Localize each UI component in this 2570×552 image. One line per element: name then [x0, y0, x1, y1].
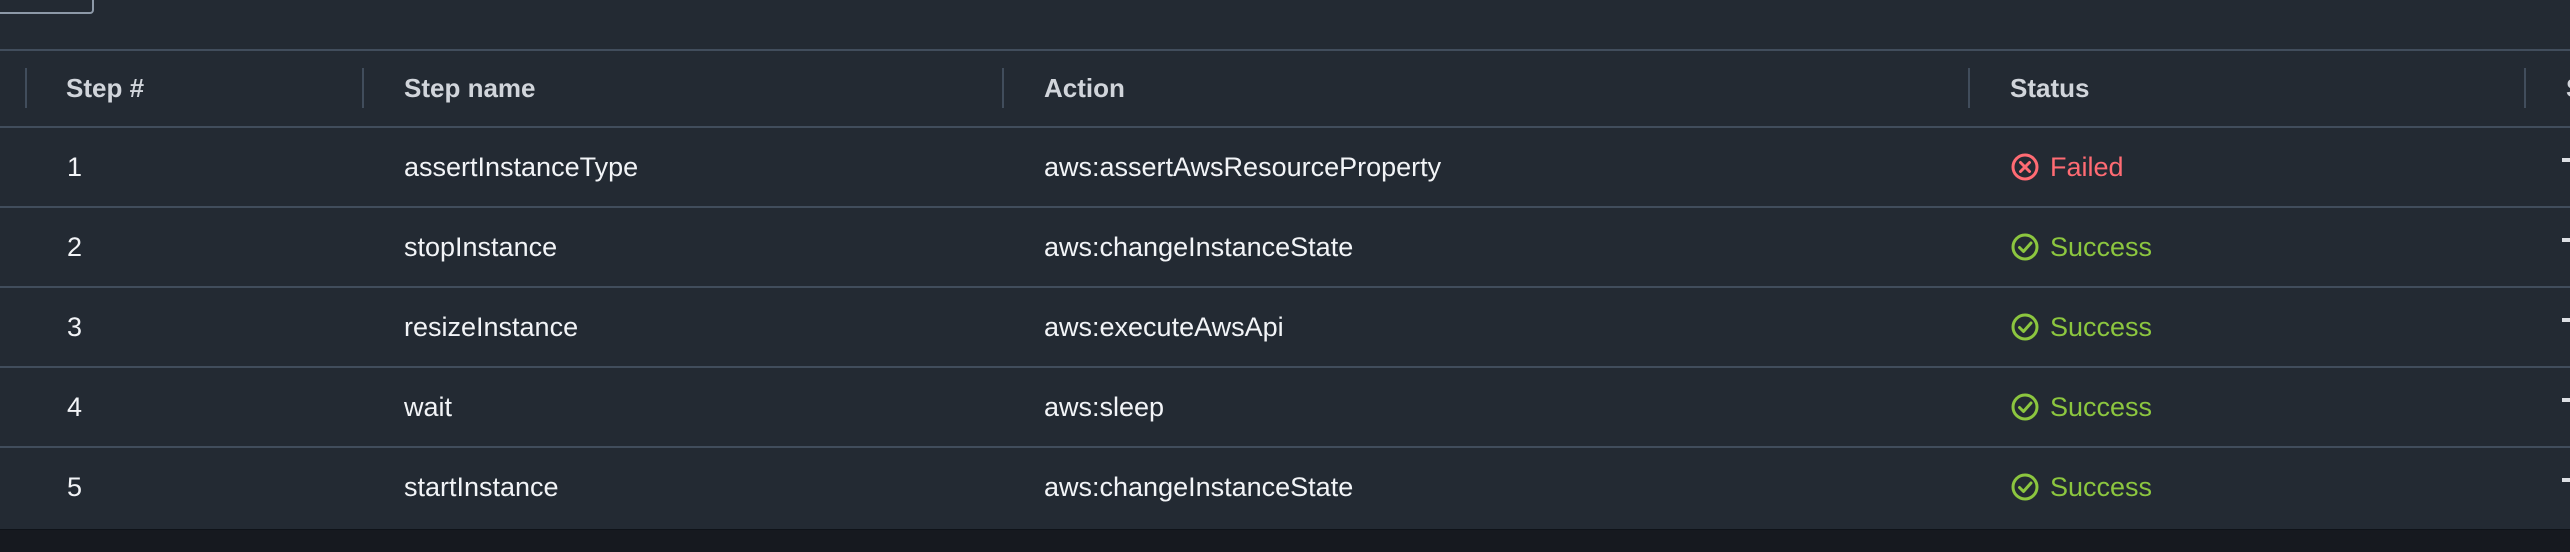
status-label: Success: [2050, 392, 2153, 422]
step-name-header[interactable]: Step name: [404, 51, 536, 126]
column-divider[interactable]: [1002, 68, 1004, 108]
action-cell: aws:executeAwsApi: [1044, 312, 1284, 342]
action-cell: aws:assertAwsResourceProperty: [1044, 152, 1442, 182]
table-header-row: Step # Step name Action Status S: [0, 51, 2570, 128]
status-label: Success: [2050, 472, 2153, 502]
step-name-cell: startInstance: [404, 472, 559, 502]
top-toolbar-area: [0, 0, 2570, 51]
cut-off-cell-mark: [2562, 398, 2570, 402]
cut-off-cell-mark: [2562, 158, 2570, 162]
success-icon: [2011, 233, 2039, 261]
steps-table: Step # Step name Action Status S 1 asser…: [0, 51, 2570, 530]
column-divider[interactable]: [2524, 68, 2526, 108]
column-divider[interactable]: [1968, 68, 1970, 108]
action-cell: aws:sleep: [1044, 392, 1165, 422]
table-row[interactable]: 4 wait aws:sleep Success: [0, 368, 2570, 448]
table-row[interactable]: 2 stopInstance aws:changeInstanceState S…: [0, 208, 2570, 288]
success-icon: [2011, 313, 2039, 341]
action-header[interactable]: Action: [1044, 51, 1125, 126]
action-cell: aws:changeInstanceState: [1044, 472, 1354, 502]
cut-off-cell-mark: [2562, 238, 2570, 242]
table-row[interactable]: 5 startInstance aws:changeInstanceState …: [0, 448, 2570, 526]
status-label: Failed: [2050, 152, 2124, 182]
status-cell: Success: [2010, 448, 2152, 526]
status-cell: Success: [2010, 288, 2152, 366]
status-label: Success: [2050, 232, 2153, 262]
table-row[interactable]: 3 resizeInstance aws:executeAwsApi Succe…: [0, 288, 2570, 368]
column-divider[interactable]: [25, 68, 27, 108]
top-left-control[interactable]: [0, 0, 94, 14]
step-number-cell: 4: [67, 392, 83, 422]
status-label: Success: [2050, 312, 2153, 342]
step-number-cell: 1: [67, 152, 83, 182]
cut-off-cell-mark: [2562, 318, 2570, 322]
step-number-cell: 3: [67, 312, 83, 342]
step-name-cell: wait: [404, 392, 453, 422]
success-icon: [2011, 473, 2039, 501]
status-cell: Success: [2010, 208, 2152, 286]
success-icon: [2011, 393, 2039, 421]
status-header[interactable]: Status: [2010, 51, 2089, 126]
status-cell: Success: [2010, 368, 2152, 446]
action-cell: aws:changeInstanceState: [1044, 232, 1354, 262]
step-name-cell: resizeInstance: [404, 312, 579, 342]
step-name-cell: stopInstance: [404, 232, 558, 262]
step-number-cell: 2: [67, 232, 83, 262]
cut-off-next-header[interactable]: S: [2566, 51, 2570, 126]
step-number-cell: 5: [67, 472, 83, 502]
step-number-header[interactable]: Step #: [66, 51, 144, 126]
table-row[interactable]: 1 assertInstanceType aws:assertAwsResour…: [0, 128, 2570, 208]
automation-steps-screen: Step # Step name Action Status S 1 asser…: [0, 0, 2570, 552]
step-name-cell: assertInstanceType: [404, 152, 639, 182]
column-divider[interactable]: [362, 68, 364, 108]
failed-icon: [2011, 153, 2039, 181]
cut-off-cell-mark: [2562, 478, 2570, 482]
status-cell: Failed: [2010, 128, 2124, 206]
